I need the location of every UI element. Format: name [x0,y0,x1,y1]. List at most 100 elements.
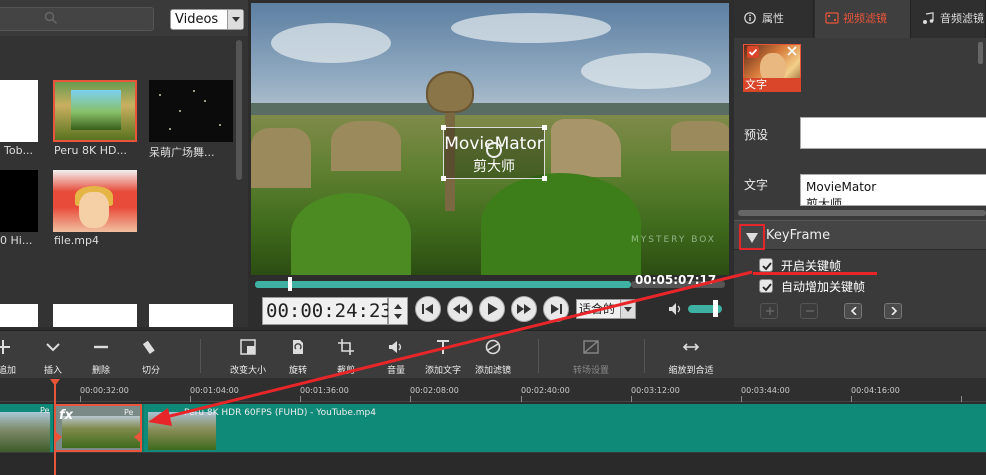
rewind-button[interactable] [447,296,473,322]
info-icon [744,12,756,24]
scrubber-handle[interactable] [288,277,292,291]
media-item-thumbnail[interactable] [0,80,38,142]
skip-start-icon [422,304,433,314]
close-icon[interactable] [786,45,798,57]
rotate-button[interactable]: 旋转 [282,331,314,379]
skip-to-start-button[interactable] [415,296,441,322]
transition-icon [583,340,599,354]
tool-label: 添加滤镜 [474,366,511,376]
media-bin: Videos Tob... Peru 8K HD... 呆萌广场舞... 0 H… [0,0,248,327]
media-bin-scrollbar[interactable] [236,40,242,180]
chevron-left-icon [850,307,857,315]
timeline-ruler[interactable]: 00:00:32:00 00:01:04:00 00:01:36:00 00:0… [0,378,986,402]
clip-label: Pe [40,406,50,415]
text-overlay-box[interactable]: MovieMator 剪大师 [441,125,547,181]
ruler-tick-label: 00:02:08:00 [410,386,459,395]
chevron-down-icon [227,10,243,29]
timeline-clip[interactable]: Peru 8K HDR 60FPS (FUHD) - YouTube.mp4 [144,404,986,452]
timeline-clip-selected[interactable]: fx Pe [54,404,142,452]
text-content-field[interactable]: MovieMator 剪大师 [800,174,986,206]
check-icon[interactable] [747,46,759,58]
toolbar-divider [200,339,201,373]
tab-properties[interactable]: 属性 [734,0,814,38]
disclosure-triangle-icon[interactable] [739,224,765,250]
append-button[interactable]: 追加 [0,331,24,379]
annotation-underline [753,272,877,275]
media-type-value: Videos [175,12,219,27]
media-item-thumbnail[interactable] [149,304,233,327]
playhead-handle[interactable] [50,379,60,386]
insert-button[interactable]: 插入 [36,331,70,379]
clip-out-marker [134,432,140,442]
tab-video-filters[interactable]: 视频滤镜 [815,0,911,38]
media-item-label: 0 Hi... [0,234,33,247]
tool-label: 缩放到合适 [668,366,714,376]
add-filter-button[interactable]: 添加滤镜 [470,331,516,379]
timecode-stepper[interactable] [388,297,408,325]
ruler-tick-label: 00:03:12:00 [631,386,680,395]
rotate-icon [293,340,303,354]
text-content-line2: 剪大师 [806,197,843,206]
skip-to-end-button[interactable] [543,296,569,322]
resize-icon [240,339,256,355]
tool-label: 改变大小 [229,366,266,376]
search-icon [44,11,58,25]
zoom-select[interactable]: 适合的 [576,299,636,319]
media-item-thumbnail[interactable] [0,304,38,327]
next-keyframe-button[interactable] [884,303,902,319]
timecode-input[interactable]: 00:00:24:23 [262,297,392,325]
media-type-select[interactable]: Videos [170,9,244,30]
resize-button[interactable]: 改变大小 [226,331,270,379]
overlay-text-line2: 剪大师 [473,159,515,175]
zoom-to-fit-button[interactable]: 缩放到合适 [664,331,718,379]
toolbar-divider [644,339,645,373]
enable-keyframe-checkbox[interactable] [759,258,773,272]
fast-forward-button[interactable] [511,296,537,322]
ruler-tick-label: 00:02:40:00 [521,386,570,395]
audio-track[interactable] [0,452,986,475]
preset-field[interactable] [800,117,986,149]
volume-icon[interactable] [668,302,684,316]
timeline-clip[interactable]: Pe [0,404,54,452]
crop-button[interactable]: 裁剪 [330,331,362,379]
play-icon [488,303,498,315]
media-item-thumbnail[interactable] [53,170,137,232]
media-item-label: file.mp4 [54,234,99,247]
keyframe-section-header[interactable]: KeyFrame [734,220,986,250]
media-item-thumbnail-selected[interactable] [53,80,137,142]
auto-keyframe-label: 自动增加关键帧 [781,280,866,294]
volume-button[interactable]: 音量 [380,331,412,379]
play-button[interactable] [479,296,505,322]
media-item-thumbnail[interactable] [0,170,38,232]
volume-slider-handle[interactable] [713,300,718,317]
ruler-tick-label: 00:00:32:00 [80,386,129,395]
split-button[interactable]: 切分 [134,331,168,379]
filter-list-scrollbar[interactable] [978,42,983,64]
tab-audio-filters[interactable]: 音频滤镜 [912,0,986,38]
media-item-label: Tob... [4,144,34,157]
tool-label: 追加 [0,366,16,376]
video-preview[interactable]: MYSTERY BOX MovieMator 剪大师 [251,3,729,275]
insert-icon [46,343,60,352]
add-keyframe-button[interactable] [760,303,778,319]
delete-button[interactable]: 删除 [84,331,118,379]
playhead[interactable] [54,379,56,475]
remove-keyframe-button[interactable] [800,303,818,319]
transition-settings-button[interactable]: 转场设置 [568,331,614,379]
previous-keyframe-button[interactable] [844,303,862,319]
media-search-input[interactable] [0,7,154,31]
tool-label: 删除 [91,366,110,376]
auto-keyframe-checkbox[interactable] [759,279,773,293]
properties-scrollbar[interactable] [738,210,986,216]
tab-label: 音频滤镜 [940,12,984,25]
media-item-thumbnail[interactable] [53,304,137,327]
ruler-tick-label: 00:01:04:00 [190,386,239,395]
move-handle-icon[interactable] [486,142,502,158]
filter-icon [485,339,501,355]
tab-label: 属性 [762,12,784,25]
add-text-button[interactable]: 添加文字 [420,331,466,379]
text-content-line1: MovieMator [806,180,877,194]
media-item-thumbnail[interactable] [149,80,233,142]
fast-forward-icon [517,304,531,314]
properties-panel: 属性 视频滤镜 音频滤镜 文字 预设 文字 MovieMator 剪大师 Key [734,0,986,327]
